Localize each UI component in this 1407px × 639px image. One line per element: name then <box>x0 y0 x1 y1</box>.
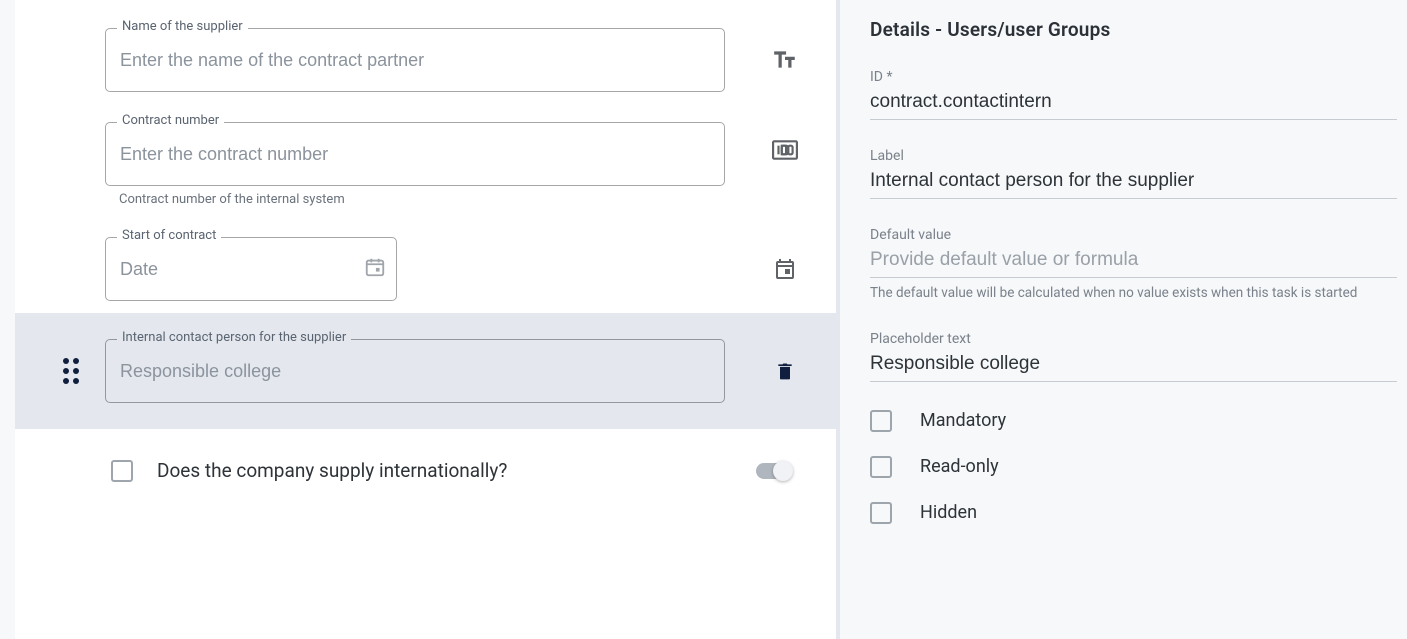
details-default-helper: The default value will be calculated whe… <box>870 284 1397 303</box>
text-type-icon <box>762 47 808 73</box>
internal-contact-input[interactable] <box>120 361 710 382</box>
field-row-intl-supply[interactable]: Does the company supply internationally? <box>15 429 836 502</box>
delete-field-button[interactable] <box>762 359 808 383</box>
details-default-input[interactable] <box>870 247 1397 278</box>
hidden-checkbox[interactable] <box>870 502 892 524</box>
details-id-label: ID * <box>870 69 1397 85</box>
field-main: Contract number Contract number of the i… <box>105 122 762 207</box>
form-builder-panel: Name of the supplier Contract number Con… <box>15 0 840 639</box>
intl-supply-checkbox[interactable] <box>111 460 133 482</box>
toggle-type-icon <box>756 463 790 479</box>
option-hidden[interactable]: Hidden <box>870 502 1397 524</box>
field-legend: Internal contact person for the supplier <box>117 330 351 345</box>
details-placeholder-field: Placeholder text <box>870 331 1397 382</box>
contract-number-input-wrapper: Contract number <box>105 122 725 186</box>
details-default-label: Default value <box>870 227 1397 243</box>
field-row-contract-number[interactable]: Contract number Contract number of the i… <box>15 104 836 219</box>
contract-number-input[interactable] <box>120 144 710 165</box>
drag-handle-icon[interactable] <box>63 358 79 384</box>
supplier-name-input[interactable] <box>120 50 710 71</box>
hidden-label: Hidden <box>920 502 977 523</box>
field-row-supplier-name[interactable]: Name of the supplier <box>15 10 836 104</box>
intl-supply-label: Does the company supply internationally? <box>157 459 507 482</box>
field-legend: Start of contract <box>117 228 221 243</box>
field-main: Internal contact person for the supplier <box>105 339 762 403</box>
contract-start-input[interactable] <box>120 259 382 280</box>
details-id-input[interactable] <box>870 89 1397 120</box>
details-label-label: Label <box>870 148 1397 164</box>
field-main: Start of contract <box>105 237 762 301</box>
field-main: Name of the supplier <box>105 28 762 92</box>
date-picker-icon[interactable] <box>364 256 386 282</box>
details-title: Details - Users/user Groups <box>870 18 1397 41</box>
mandatory-label: Mandatory <box>920 410 1006 431</box>
details-placeholder-input[interactable] <box>870 351 1397 382</box>
mandatory-checkbox[interactable] <box>870 410 892 432</box>
details-placeholder-label: Placeholder text <box>870 331 1397 347</box>
details-panel: Details - Users/user Groups ID * Label D… <box>840 0 1407 639</box>
supplier-name-input-wrapper: Name of the supplier <box>105 28 725 92</box>
details-id-field: ID * <box>870 69 1397 120</box>
readonly-checkbox[interactable] <box>870 456 892 478</box>
details-options: Mandatory Read-only Hidden <box>870 410 1397 524</box>
option-mandatory[interactable]: Mandatory <box>870 410 1397 432</box>
details-label-input[interactable] <box>870 168 1397 199</box>
date-type-icon <box>762 257 808 281</box>
field-helper: Contract number of the internal system <box>119 192 762 207</box>
details-default-field: Default value The default value will be … <box>870 227 1397 303</box>
internal-contact-input-wrapper: Internal contact person for the supplier <box>105 339 725 403</box>
field-row-internal-contact[interactable]: Internal contact person for the supplier <box>15 313 836 429</box>
field-legend: Name of the supplier <box>117 19 248 34</box>
readonly-label: Read-only <box>920 456 999 477</box>
details-label-field: Label <box>870 148 1397 199</box>
number-type-icon <box>762 140 808 160</box>
field-legend: Contract number <box>117 113 224 128</box>
field-row-contract-start[interactable]: Start of contract <box>15 219 836 313</box>
form-fields-container: Name of the supplier Contract number Con… <box>15 0 836 502</box>
option-readonly[interactable]: Read-only <box>870 456 1397 478</box>
contract-start-input-wrapper: Start of contract <box>105 237 397 301</box>
